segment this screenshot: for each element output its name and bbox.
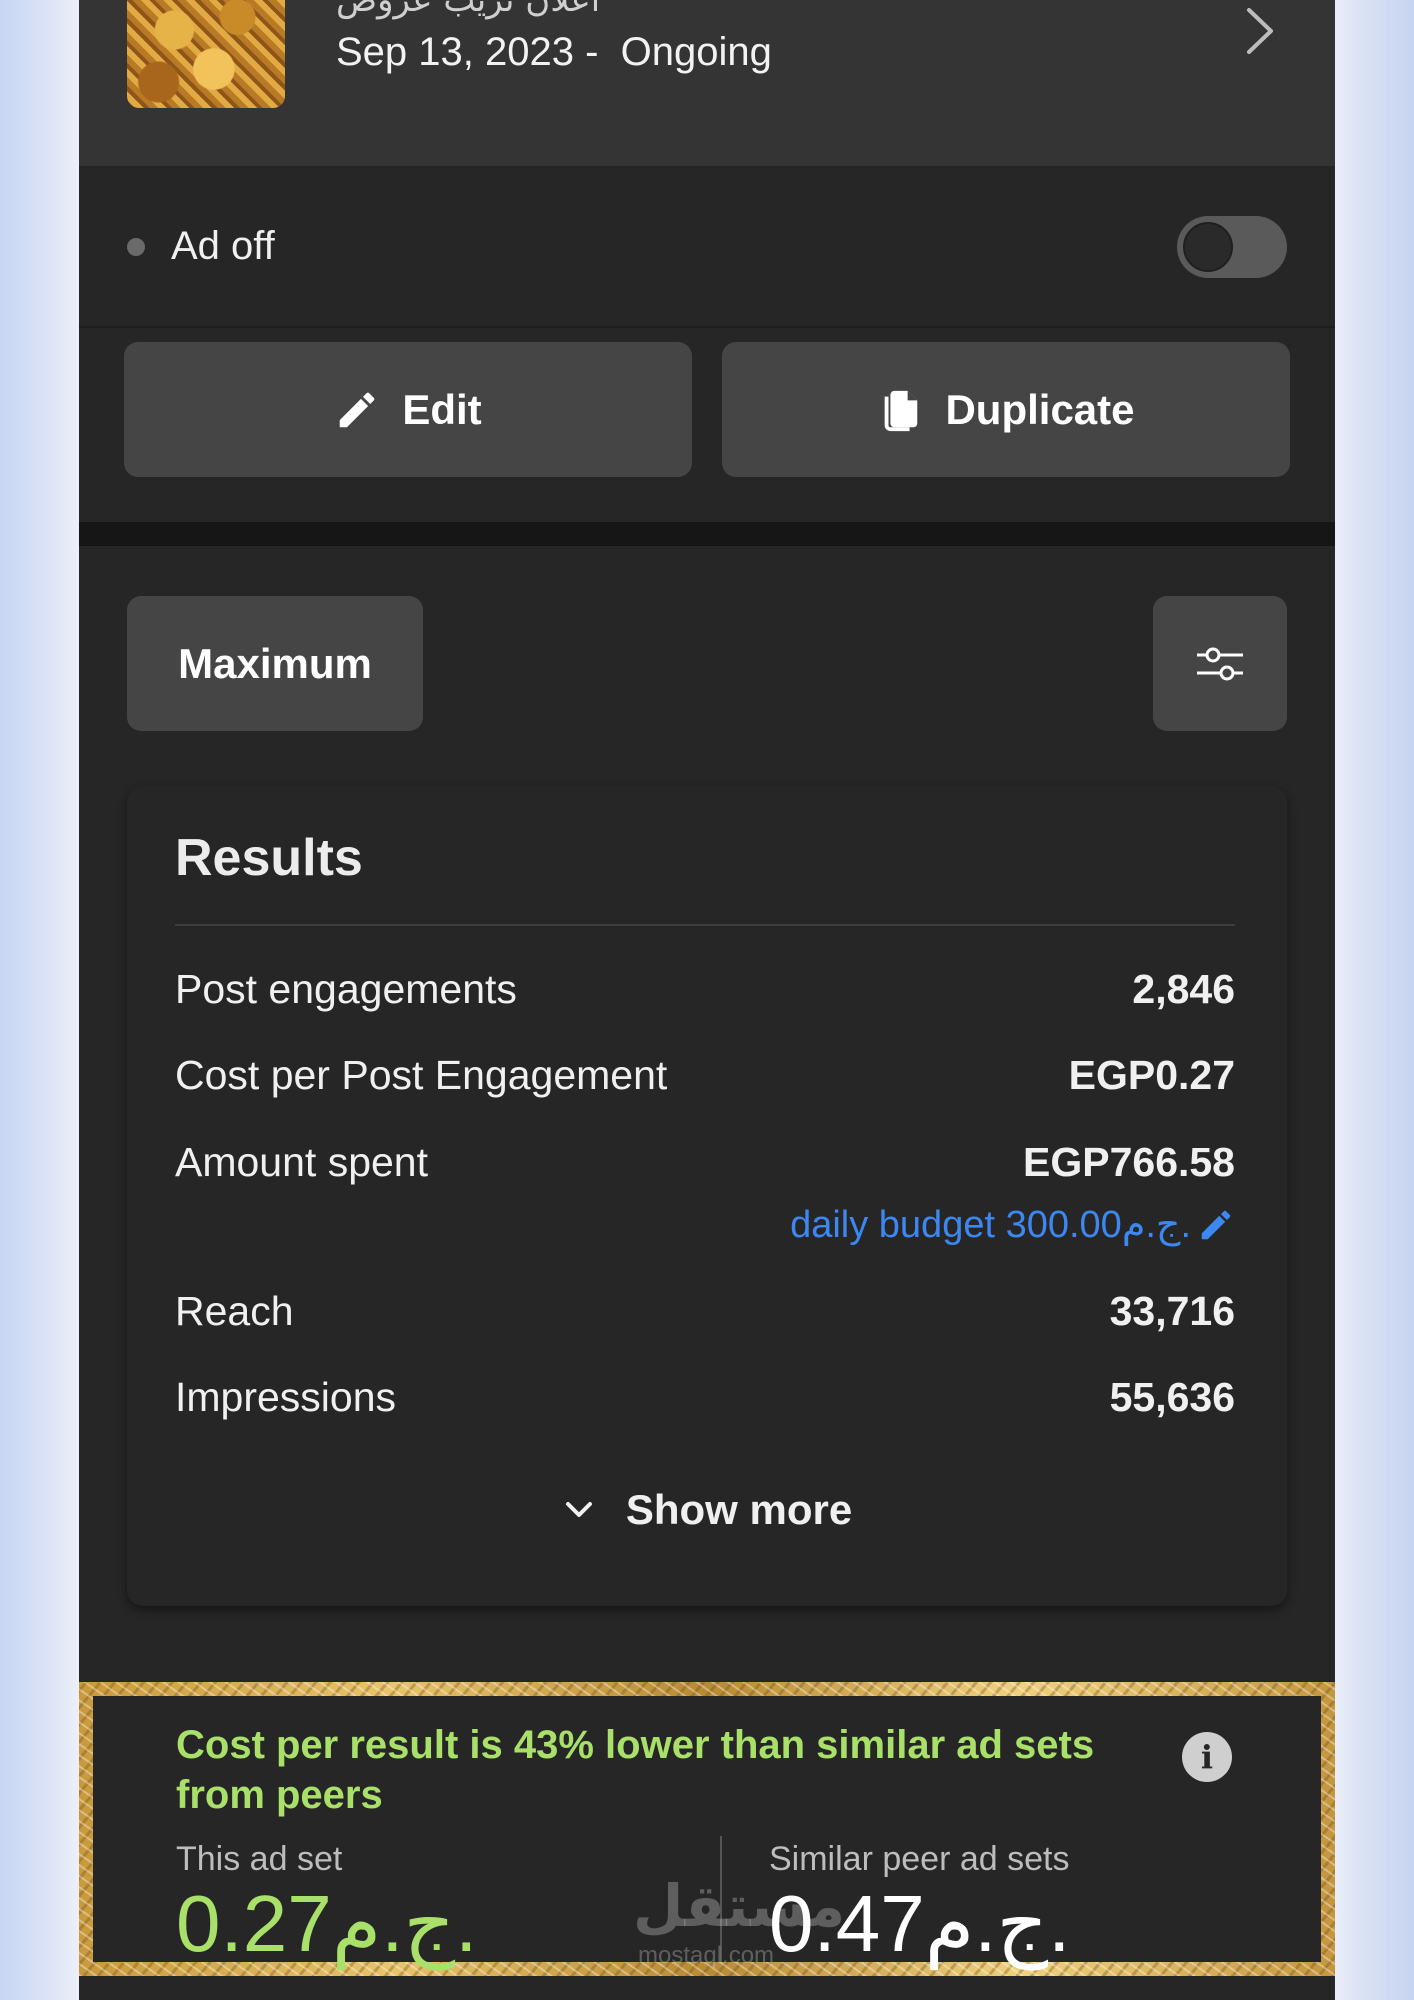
chevron-down-icon: [565, 1502, 592, 1517]
section-divider: [79, 522, 1335, 546]
ad-thumbnail: [127, 0, 285, 108]
result-row-cost-per-engagement: Cost per Post Engagement EGP0.27: [175, 1052, 1235, 1108]
watermark-url: mostaql.com: [638, 1942, 775, 1969]
duplicate-label: Duplicate: [945, 385, 1135, 433]
result-value: 33,716: [1109, 1288, 1235, 1334]
pencil-icon: [340, 392, 375, 427]
comparison-headline: Cost per result is 43% lower than simila…: [176, 1723, 1095, 1817]
results-title: Results: [175, 829, 363, 887]
ad-status-label: Ad off: [171, 224, 275, 268]
edit-button[interactable]: Edit: [124, 342, 692, 477]
result-row-post-engagements: Post engagements 2,846: [175, 966, 1235, 1022]
result-row-reach: Reach 33,716: [175, 1288, 1235, 1344]
date-range-button[interactable]: Maximum: [127, 596, 423, 731]
status-dot: [127, 238, 145, 256]
daily-budget-link[interactable]: daily budget 300.00ج.م.: [790, 1202, 1235, 1247]
result-row-impressions: Impressions 55,636: [175, 1374, 1235, 1430]
result-row-amount-spent: Amount spent EGP766.58: [175, 1139, 1235, 1195]
ad-status-row: Ad off: [79, 166, 1335, 328]
pencil-icon: [1201, 1210, 1231, 1239]
result-value: 2,846: [1132, 966, 1235, 1012]
result-value: EGP0.27: [1068, 1052, 1235, 1098]
ad-date-status: Sep 13, 2023 - Ongoing: [336, 30, 772, 74]
ad-title: اعلان تريب عروض: [336, 0, 601, 20]
show-more-label: Show more: [625, 1486, 853, 1533]
result-label: Amount spent: [175, 1139, 428, 1185]
filter-button[interactable]: [1153, 596, 1287, 731]
peer-ad-sets-value: 0.47ج.م.: [769, 1879, 1071, 1968]
result-value: EGP766.58: [1023, 1139, 1235, 1185]
results-card: Results Post engagements 2,846 Cost per …: [127, 786, 1287, 1606]
this-ad-set-value: 0.27ج.م.: [176, 1879, 478, 1968]
result-label: Cost per Post Engagement: [175, 1052, 668, 1098]
daily-budget-text: daily budget 300.00ج.م.: [790, 1204, 1191, 1246]
chevron-right-icon[interactable]: [1243, 6, 1277, 56]
result-label: Post engagements: [175, 966, 517, 1012]
highlight-frame: Cost per result is 43% lower than simila…: [79, 1682, 1335, 1976]
duplicate-icon: [885, 390, 918, 431]
result-value: 55,636: [1109, 1374, 1235, 1420]
edit-label: Edit: [402, 385, 482, 433]
result-label: Impressions: [175, 1374, 397, 1420]
peer-comparison-banner: Cost per result is 43% lower than simila…: [93, 1696, 1321, 1969]
duplicate-button[interactable]: Duplicate: [722, 342, 1290, 477]
ad-header[interactable]: اعلان تريب عروض Sep 13, 2023 - Ongoing: [79, 0, 1335, 166]
ad-status-toggle[interactable]: [1177, 216, 1287, 278]
result-label: Reach: [175, 1288, 294, 1334]
results-divider: [175, 924, 1235, 926]
sliders-icon: [1197, 647, 1243, 680]
info-icon[interactable]: i: [1182, 1732, 1232, 1782]
phone-screen: اعلان تريب عروض Sep 13, 2023 - Ongoing A…: [79, 0, 1335, 2000]
toggle-knob: [1183, 222, 1233, 272]
show-more-button[interactable]: Show more: [127, 1486, 1287, 1534]
bottom-edge: [79, 1976, 1335, 2000]
